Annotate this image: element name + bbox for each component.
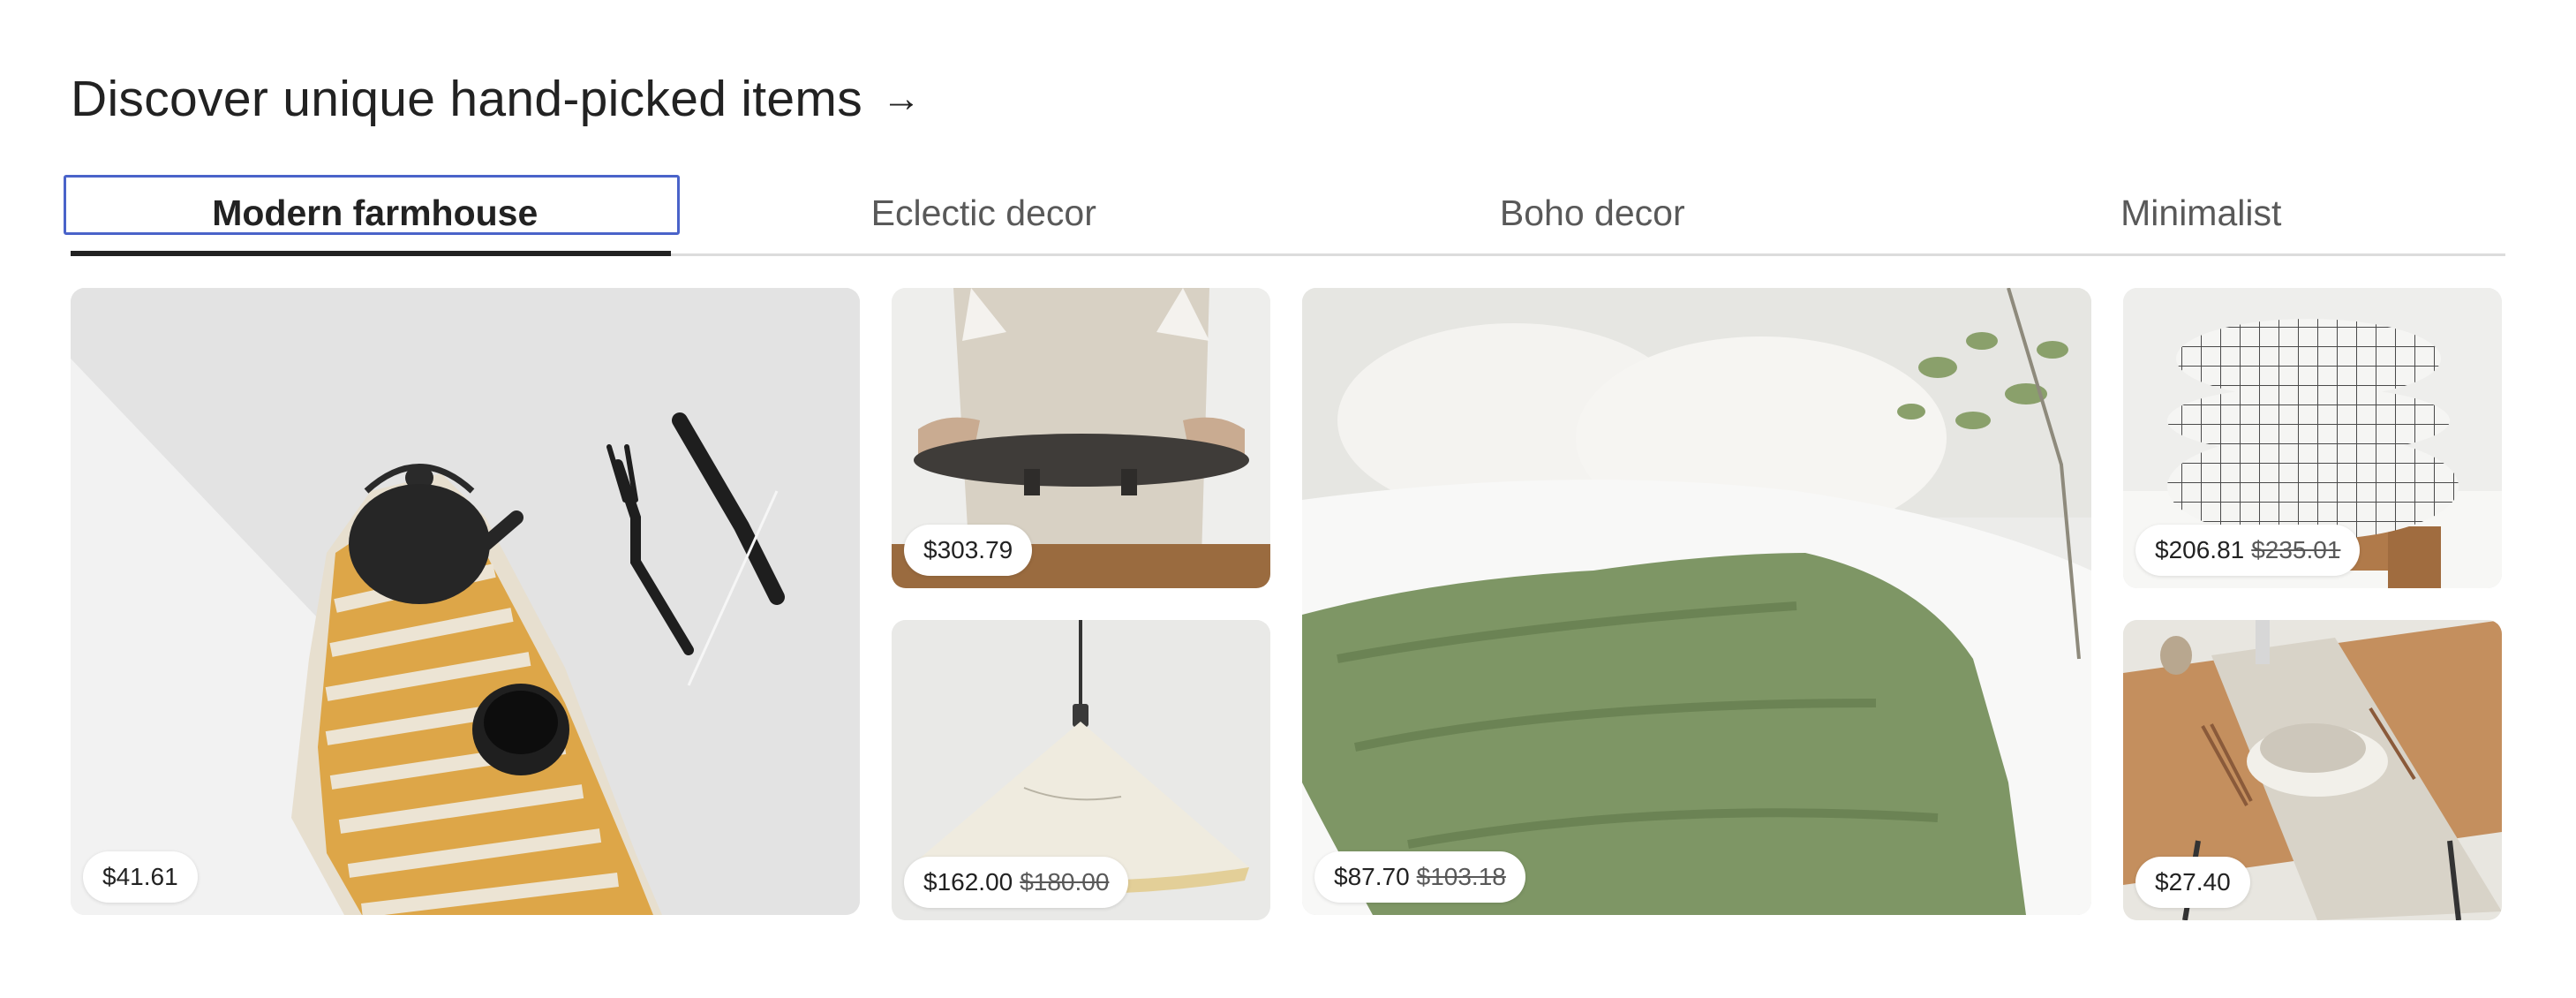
tab-label: Minimalist: [2120, 193, 2282, 233]
price-tag: $162.00 $180.00: [904, 857, 1129, 908]
price-tag: $41.61: [83, 851, 198, 903]
sale-price: $303.79: [923, 536, 1013, 563]
section-heading-link[interactable]: Discover unique hand-picked items →: [71, 64, 921, 134]
sale-price: $87.70: [1334, 863, 1410, 890]
price-tag: $87.70 $103.18: [1314, 851, 1525, 903]
tab-label: Boho decor: [1499, 193, 1685, 233]
product-card-lamp[interactable]: $162.00 $180.00: [892, 620, 1270, 920]
sale-price: $206.81: [2155, 536, 2245, 563]
original-price: $180.00: [1020, 868, 1110, 896]
product-card-bedding[interactable]: $206.81 $235.01: [2123, 288, 2502, 588]
product-card-tray[interactable]: $303.79: [892, 288, 1270, 588]
sale-price: $41.61: [102, 863, 178, 890]
product-card-towel[interactable]: $41.61: [71, 288, 860, 915]
product-image: [1302, 288, 2091, 915]
price-tag: $303.79: [904, 525, 1033, 576]
focus-ring: [64, 175, 680, 235]
price-tag: $206.81 $235.01: [2135, 525, 2361, 576]
tab-boho-decor[interactable]: Boho decor: [1288, 173, 1897, 253]
product-image: [71, 288, 860, 915]
active-tab-underline: [71, 251, 671, 256]
style-tabs: Modern farmhouse Eclectic decor Boho dec…: [64, 173, 2506, 256]
original-price: $235.01: [2251, 536, 2341, 563]
sale-price: $27.40: [2155, 868, 2231, 896]
tab-minimalist[interactable]: Minimalist: [1897, 173, 2506, 253]
tab-eclectic-decor[interactable]: Eclectic decor: [680, 173, 1289, 253]
sale-price: $162.00: [923, 868, 1013, 896]
tab-modern-farmhouse[interactable]: Modern farmhouse: [64, 173, 680, 256]
price-tag: $27.40: [2135, 857, 2250, 908]
tab-label: Eclectic decor: [870, 193, 1096, 233]
arrow-right-icon: →: [882, 77, 922, 120]
product-card-runner[interactable]: $27.40: [2123, 620, 2502, 920]
original-price: $103.18: [1416, 863, 1506, 890]
section-title: Discover unique hand-picked items: [71, 71, 863, 127]
product-card-blanket[interactable]: $87.70 $103.18: [1302, 288, 2091, 915]
